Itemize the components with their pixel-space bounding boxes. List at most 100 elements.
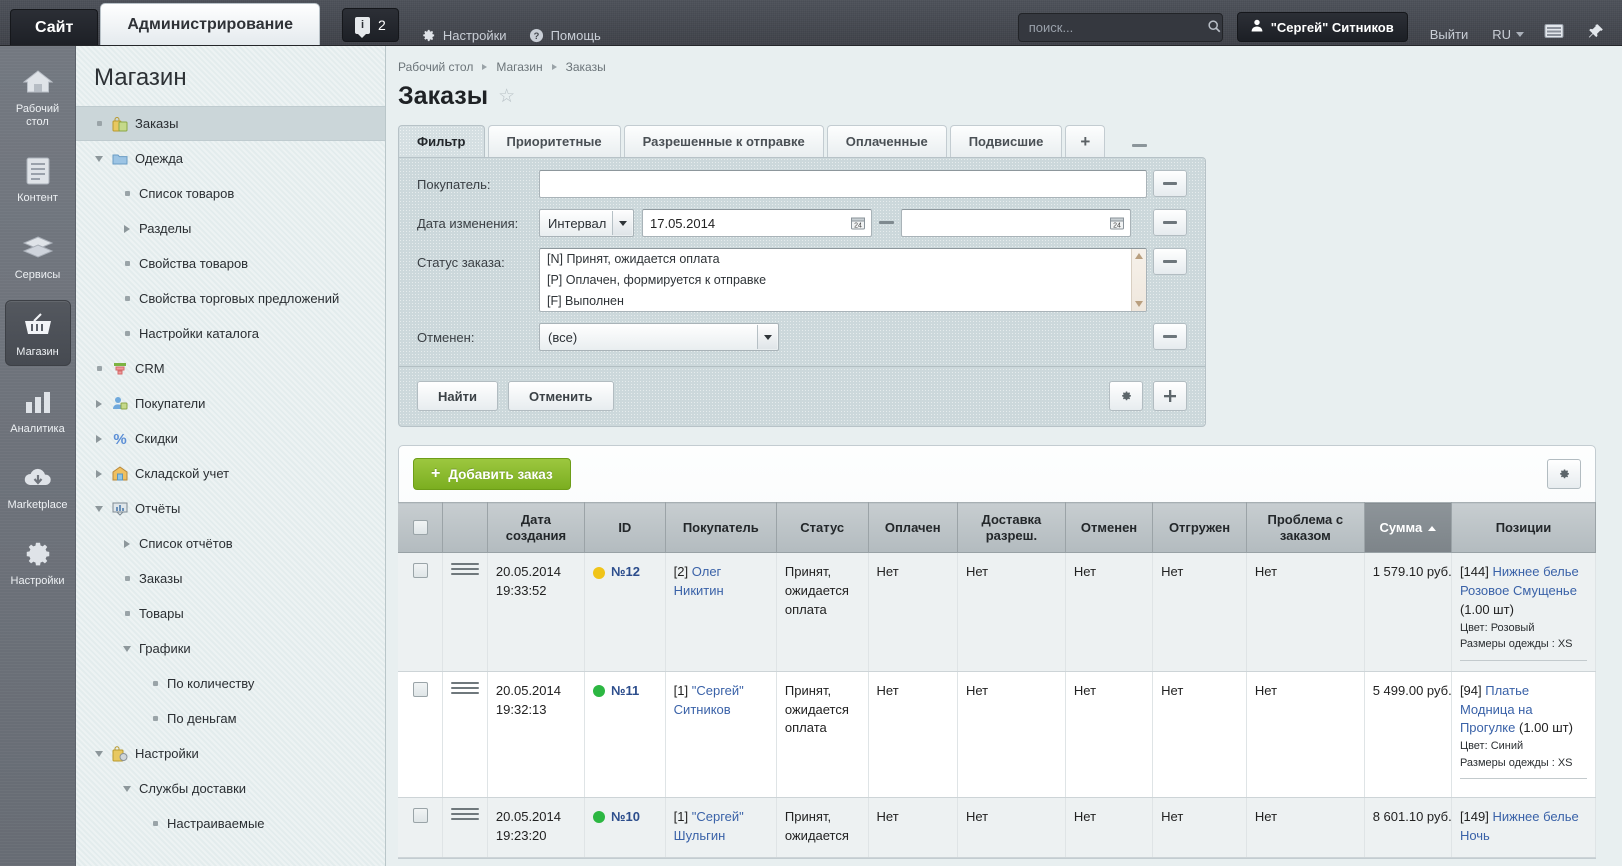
order-id[interactable]: №10 <box>611 809 640 824</box>
menu-item-custom[interactable]: Настраиваемые <box>76 806 385 841</box>
status-scrollbar[interactable] <box>1131 249 1146 311</box>
row-checkbox[interactable] <box>413 563 428 578</box>
topbar-settings-link[interactable]: Настройки <box>421 28 507 43</box>
menu-item-product-properties[interactable]: Свойства товаров <box>76 246 385 281</box>
col-problem[interactable]: Проблема с заказом <box>1246 503 1364 553</box>
cell-buyer[interactable]: [1] "Сергей" Ситников <box>665 671 776 797</box>
menu-item-offer-properties[interactable]: Свойства торговых предложений <box>76 281 385 316</box>
menu-item-buyers[interactable]: Покупатели <box>76 386 385 421</box>
chevron-down-icon[interactable] <box>94 154 104 164</box>
scroll-up-icon[interactable] <box>1135 253 1143 259</box>
table-row[interactable]: 20.05.2014 19:33:52 №12 [2] Олег Никитин… <box>398 553 1596 672</box>
chevron-down-icon[interactable] <box>94 504 104 514</box>
cell-id[interactable]: №10 <box>584 797 665 857</box>
chevron-right-icon[interactable] <box>94 469 104 479</box>
menu-item-delivery-services[interactable]: Службы доставки <box>76 771 385 806</box>
search-box[interactable] <box>1018 13 1223 42</box>
menu-item-charts-money[interactable]: По деньгам <box>76 701 385 736</box>
chevron-down-icon[interactable] <box>94 749 104 759</box>
remove-date-filter-button[interactable] <box>1153 209 1187 236</box>
date-mode-select[interactable]: Интервал <box>539 209 634 237</box>
select-all-checkbox[interactable] <box>413 520 428 535</box>
row-checkbox[interactable] <box>413 808 428 823</box>
row-select-cell[interactable] <box>398 797 443 857</box>
cell-id[interactable]: №11 <box>584 671 665 797</box>
menu-item-clothing[interactable]: Одежда <box>76 141 385 176</box>
col-delivery-allowed[interactable]: Доставка разреш. <box>957 503 1065 553</box>
chevron-right-icon[interactable] <box>94 434 104 444</box>
row-actions-icon[interactable] <box>451 808 479 820</box>
remove-cancelled-filter-button[interactable] <box>1153 323 1187 350</box>
row-actions-icon[interactable] <box>451 682 479 694</box>
chevron-right-icon[interactable] <box>122 539 132 549</box>
col-date[interactable]: Дата создания <box>487 503 584 553</box>
select-all-header[interactable] <box>398 503 443 553</box>
tab-site[interactable]: Сайт <box>10 9 98 45</box>
reset-button[interactable]: Отменить <box>508 381 614 411</box>
menu-item-warehouse[interactable]: Складской учет <box>76 456 385 491</box>
tab-allowed-to-ship[interactable]: Разрешенные к отправке <box>624 125 824 157</box>
cell-buyer[interactable]: [2] Олег Никитин <box>665 553 776 672</box>
menu-item-orders[interactable]: Заказы <box>76 106 385 141</box>
menu-item-catalog-settings[interactable]: Настройки каталога <box>76 316 385 351</box>
cancelled-select[interactable]: (все) <box>539 323 779 351</box>
search-icon[interactable] <box>1207 19 1222 37</box>
notifications-badge[interactable]: i 2 <box>342 8 399 42</box>
cell-id[interactable]: №12 <box>584 553 665 672</box>
row-actions-icon[interactable] <box>451 563 479 575</box>
rail-item-services[interactable]: Сервисы <box>5 224 71 288</box>
chevron-down-icon[interactable] <box>122 784 132 794</box>
order-id[interactable]: №11 <box>611 683 639 698</box>
search-input[interactable] <box>1027 19 1207 36</box>
tab-paid[interactable]: Оплаченные <box>827 125 947 157</box>
status-option[interactable]: [P] Оплачен, формируется к отправке <box>540 270 1146 291</box>
collapse-filter-icon[interactable] <box>1132 144 1147 147</box>
add-filter-button[interactable] <box>1153 381 1187 411</box>
col-paid[interactable]: Оплачен <box>868 503 957 553</box>
rail-item-content[interactable]: Контент <box>5 147 71 211</box>
breadcrumb-item-shop[interactable]: Магазин <box>496 60 542 74</box>
status-option[interactable]: [F] Выполнен <box>540 291 1146 312</box>
date-to-field[interactable]: 24 <box>901 209 1131 237</box>
rail-item-analytics[interactable]: Аналитика <box>5 378 71 442</box>
cell-buyer[interactable]: [1] "Сергей" Шульгин <box>665 797 776 857</box>
row-menu-cell[interactable] <box>443 797 488 857</box>
rail-item-marketplace[interactable]: Marketplace <box>5 454 71 518</box>
menu-item-settings[interactable]: Настройки <box>76 736 385 771</box>
menu-item-charts[interactable]: Графики <box>76 631 385 666</box>
remove-status-filter-button[interactable] <box>1153 248 1187 275</box>
col-sum[interactable]: Сумма <box>1364 503 1451 553</box>
menu-item-product-list[interactable]: Список товаров <box>76 176 385 211</box>
pin-button[interactable] <box>1584 20 1608 42</box>
date-from-input[interactable] <box>642 209 872 237</box>
menu-item-charts-quantity[interactable]: По количеству <box>76 666 385 701</box>
rail-item-settings[interactable]: Настройки <box>5 530 71 594</box>
find-button[interactable]: Найти <box>417 381 498 411</box>
menu-item-sections[interactable]: Разделы <box>76 211 385 246</box>
tab-admin[interactable]: Администрирование <box>100 3 320 45</box>
status-option[interactable]: [N] Принят, ожидается оплата <box>540 249 1146 270</box>
status-listbox[interactable]: [N] Принят, ожидается оплата [P] Оплачен… <box>539 248 1147 312</box>
col-positions[interactable]: Позиции <box>1451 503 1595 553</box>
tab-pending[interactable]: Подвисшие <box>950 125 1063 157</box>
row-menu-cell[interactable] <box>443 553 488 672</box>
user-chip[interactable]: "Сергей" Ситников <box>1237 12 1408 42</box>
calendar-icon[interactable]: 24 <box>1109 215 1125 231</box>
menu-item-crm[interactable]: CRM <box>76 351 385 386</box>
table-row[interactable]: 20.05.2014 19:23:20 №10 [1] "Сергей" Шул… <box>398 797 1596 857</box>
menu-item-discounts[interactable]: % Скидки <box>76 421 385 456</box>
table-row[interactable]: 20.05.2014 19:32:13 №11 [1] "Сергей" Сит… <box>398 671 1596 797</box>
logout-link[interactable]: Выйти <box>1430 27 1469 42</box>
add-order-button[interactable]: + Добавить заказ <box>413 458 571 490</box>
row-menu-cell[interactable] <box>443 671 488 797</box>
scroll-down-icon[interactable] <box>1135 301 1143 307</box>
col-cancelled[interactable]: Отменен <box>1065 503 1152 553</box>
tab-priority[interactable]: Приоритетные <box>488 125 621 157</box>
topbar-help-link[interactable]: ? Помощь <box>529 28 601 43</box>
rail-item-desktop[interactable]: Рабочий стол <box>5 58 71 135</box>
col-shipped[interactable]: Отгружен <box>1153 503 1247 553</box>
panel-toggle-button[interactable] <box>1542 20 1566 42</box>
row-checkbox[interactable] <box>413 682 428 697</box>
date-to-input[interactable] <box>901 209 1131 237</box>
chevron-down-icon[interactable] <box>612 211 632 235</box>
